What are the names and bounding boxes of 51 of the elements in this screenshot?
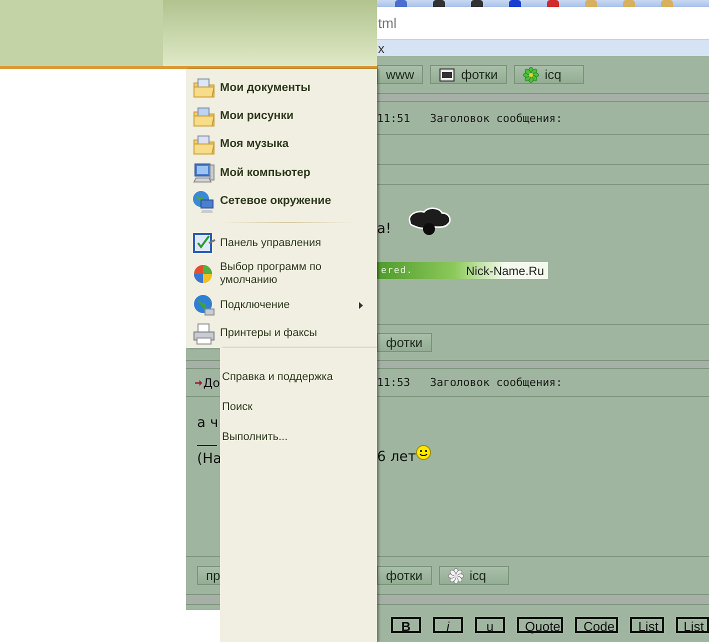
- format-button[interactable]: List: [676, 616, 709, 632]
- format-button[interactable]: u: [475, 616, 505, 632]
- menu-item[interactable]: Подключение: [192, 291, 377, 320]
- network-computer-icon: [192, 190, 216, 214]
- folder-icon: [192, 132, 216, 157]
- jpg-file-icon: [439, 68, 456, 82]
- post-button[interactable]: фотки: [377, 566, 432, 585]
- menu-item[interactable]: Справка и поддержка: [222, 362, 377, 392]
- globe-icon: [192, 293, 216, 318]
- post-button[interactable]: icq: [438, 566, 509, 585]
- banner-text: ered.: [381, 266, 414, 276]
- link-text[interactable]: x: [378, 40, 384, 56]
- post-button[interactable]: www: [377, 65, 424, 84]
- post-header: 11:51 Заголовок сообщения:: [377, 112, 562, 124]
- signature-text: (На: [197, 451, 220, 467]
- post-header: 11:53 Заголовок сообщения:: [377, 376, 562, 389]
- post-button[interactable]: фотки: [430, 65, 507, 84]
- menu-item[interactable]: Мои рисунки: [192, 102, 377, 131]
- menu-item[interactable]: Поиск: [222, 392, 377, 422]
- menu-item[interactable]: Выполнить...: [222, 422, 377, 452]
- format-button[interactable]: Code: [575, 616, 618, 632]
- dark-cloud-drawing: [406, 206, 452, 236]
- format-button[interactable]: Quote: [517, 616, 564, 632]
- folder-icon: [192, 76, 216, 100]
- menu-item[interactable]: Сетевое окружение: [192, 188, 377, 216]
- tab-icon[interactable]: [471, 0, 483, 8]
- control-panel-icon: [192, 231, 216, 256]
- format-button[interactable]: i: [433, 616, 463, 632]
- signature-text: 6 лет: [377, 449, 416, 465]
- post-button[interactable]: icq: [514, 65, 584, 84]
- menu-item[interactable]: Панель управления: [192, 228, 377, 258]
- tab-icon[interactable]: [433, 0, 445, 8]
- post-text: а!: [377, 221, 392, 237]
- post-author: До: [203, 376, 220, 390]
- menu-item[interactable]: Мои документы: [192, 74, 377, 102]
- computer-icon: [192, 161, 216, 186]
- menu-item[interactable]: Принтеры и факсы: [192, 320, 377, 348]
- menu-item[interactable]: Выбор программ по умолчанию: [192, 257, 377, 292]
- smiley-icon: [416, 444, 432, 460]
- tab-icon[interactable]: [509, 0, 521, 8]
- menu-item[interactable]: Моя музыка: [192, 130, 377, 160]
- banner-text: Nick-Name.Ru: [466, 264, 544, 278]
- arrow-icon: [195, 378, 202, 386]
- format-button[interactable]: B: [391, 616, 421, 632]
- address-text[interactable]: tml: [378, 15, 397, 32]
- printer-icon: [192, 322, 216, 346]
- post-text: а ч: [197, 415, 220, 431]
- menu-item[interactable]: Мой компьютер: [192, 159, 377, 188]
- format-button[interactable]: List: [630, 616, 664, 632]
- folder-icon: [192, 104, 216, 129]
- post-button[interactable]: фотки: [377, 333, 432, 352]
